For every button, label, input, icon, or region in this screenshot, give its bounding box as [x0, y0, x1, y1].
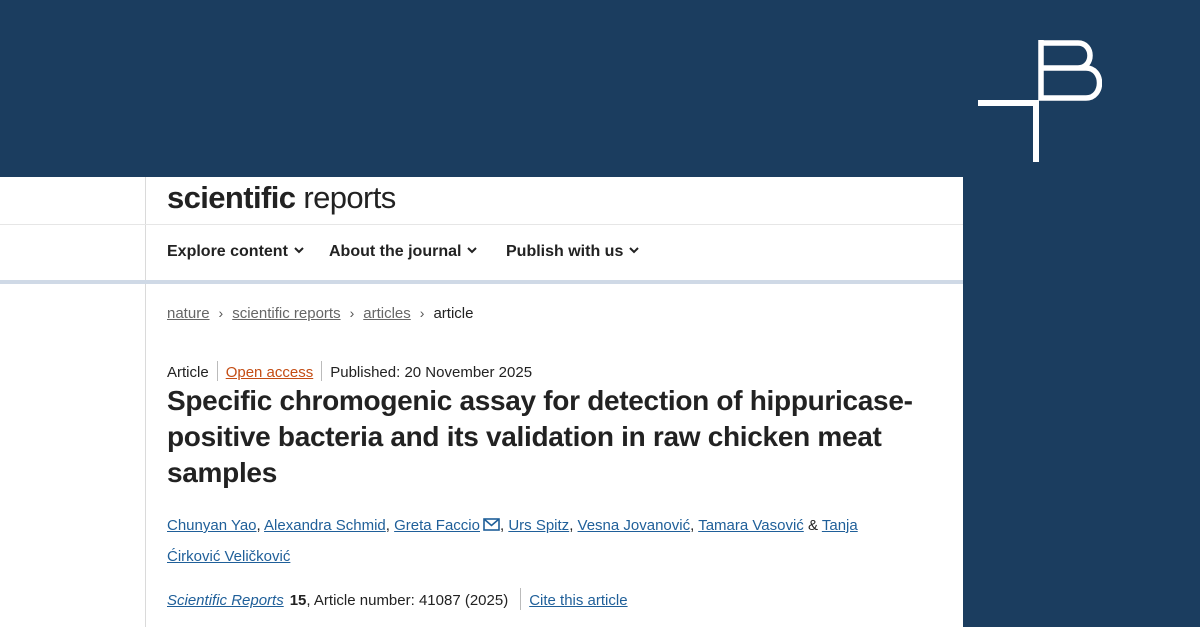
journal-link[interactable]: Scientific Reports — [167, 592, 284, 609]
logo-bold-text: scientific — [167, 180, 296, 215]
chevron-right-icon: › — [218, 305, 224, 321]
breadcrumb-scientific-reports[interactable]: scientific reports — [232, 305, 340, 322]
author-link[interactable]: Alexandra Schmid — [264, 517, 386, 534]
citation-divider — [520, 588, 522, 610]
logo-light-text: reports — [295, 180, 396, 215]
breadcrumb-articles[interactable]: articles — [363, 305, 411, 322]
article-page: scientific reports Explore content About… — [0, 177, 963, 627]
citation-line: Scientific Reports 15, Article number: 41… — [167, 588, 628, 610]
cite-article-link[interactable]: Cite this article — [529, 592, 627, 609]
author-separator: , — [385, 517, 395, 534]
article-title: Specific chromogenic assay for detection… — [167, 385, 913, 488]
brand-logo-icon — [978, 40, 1102, 162]
volume-number: 15 — [289, 592, 307, 609]
author-link[interactable]: Greta Faccio — [394, 517, 480, 534]
nav-publish-with-us[interactable]: Publish with us — [506, 243, 640, 261]
breadcrumb-nature[interactable]: nature — [167, 305, 210, 322]
nav-item-label: Publish with us — [506, 243, 624, 260]
nav-about-journal[interactable]: About the journal — [329, 243, 478, 261]
nav-item-label: About the journal — [329, 243, 462, 260]
journal-logo[interactable]: scientific reports — [167, 180, 396, 216]
breadcrumb-current: article — [433, 305, 474, 322]
meta-divider — [321, 361, 323, 381]
nav-explore-content[interactable]: Explore content — [167, 243, 305, 261]
article-meta: Article Open access Published: 20 November… — [167, 361, 532, 381]
author-link[interactable]: Tamara Vasović — [698, 517, 804, 534]
author-link[interactable]: Urs Spitz — [508, 517, 569, 534]
nav-item-label: Explore content — [167, 243, 288, 260]
chevron-right-icon: › — [419, 305, 425, 321]
main-nav: Explore content About the journal Publis… — [0, 225, 963, 281]
author-link[interactable]: Chunyan Yao — [167, 517, 257, 534]
chevron-down-icon — [467, 247, 478, 254]
email-icon[interactable] — [483, 518, 500, 531]
article-type: Article — [167, 364, 209, 381]
author-separator: , — [569, 517, 578, 534]
open-access-link[interactable]: Open access — [226, 364, 314, 381]
site-header: scientific reports — [0, 177, 963, 225]
chevron-right-icon: › — [349, 305, 355, 321]
chevron-down-icon — [629, 247, 640, 254]
author-list: Chunyan Yao, Alexandra Schmid, Greta Fac… — [167, 510, 907, 572]
meta-divider — [216, 361, 218, 381]
article-number: , Article number: 41087 (2025) — [306, 592, 509, 609]
author-separator: , — [256, 517, 265, 534]
breadcrumb: nature › scientific reports › articles › artic… — [167, 305, 473, 322]
nav-underline-bar — [0, 280, 963, 284]
author-separator-last: & — [803, 517, 822, 534]
published-date: Published: 20 November 2025 — [330, 364, 533, 381]
chevron-down-icon — [294, 247, 304, 254]
author-link[interactable]: Vesna Jovanović — [578, 517, 691, 534]
author-separator: , — [690, 517, 699, 534]
